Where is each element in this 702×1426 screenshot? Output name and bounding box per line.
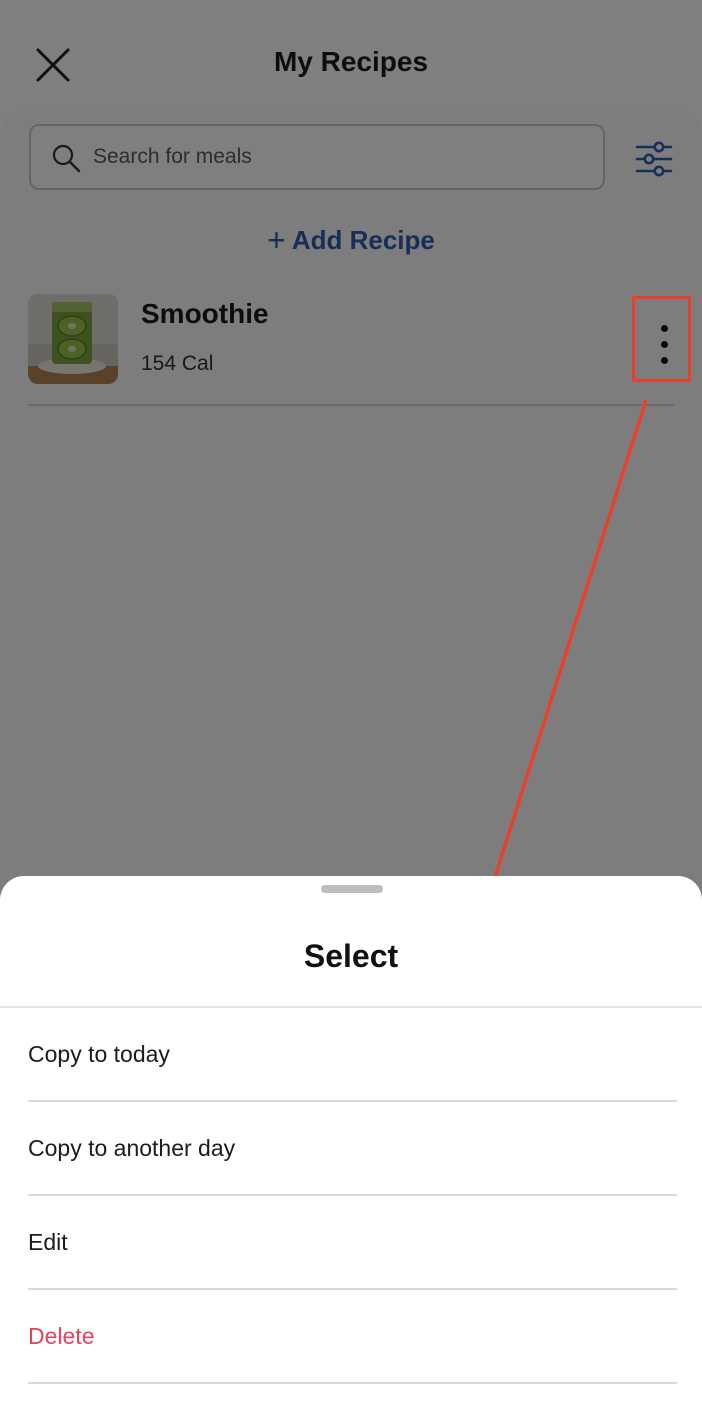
option-label: Edit	[28, 1229, 68, 1255]
delete-option[interactable]: Delete	[28, 1290, 677, 1384]
annotation-highlight-box	[632, 296, 691, 382]
option-label: Delete	[28, 1323, 95, 1349]
sheet-drag-handle[interactable]	[321, 885, 383, 893]
option-label: Copy to another day	[28, 1135, 236, 1161]
copy-to-another-day-option[interactable]: Copy to another day	[28, 1102, 677, 1196]
sheet-title: Select	[303, 938, 399, 974]
copy-to-today-option[interactable]: Copy to today	[28, 1008, 677, 1102]
action-bottom-sheet: Select Copy to today Copy to another day…	[0, 876, 702, 1426]
my-recipes-screen: My Recipes +Add Recipe	[0, 0, 702, 1426]
edit-option[interactable]: Edit	[28, 1196, 677, 1290]
option-label: Copy to today	[28, 1041, 170, 1067]
